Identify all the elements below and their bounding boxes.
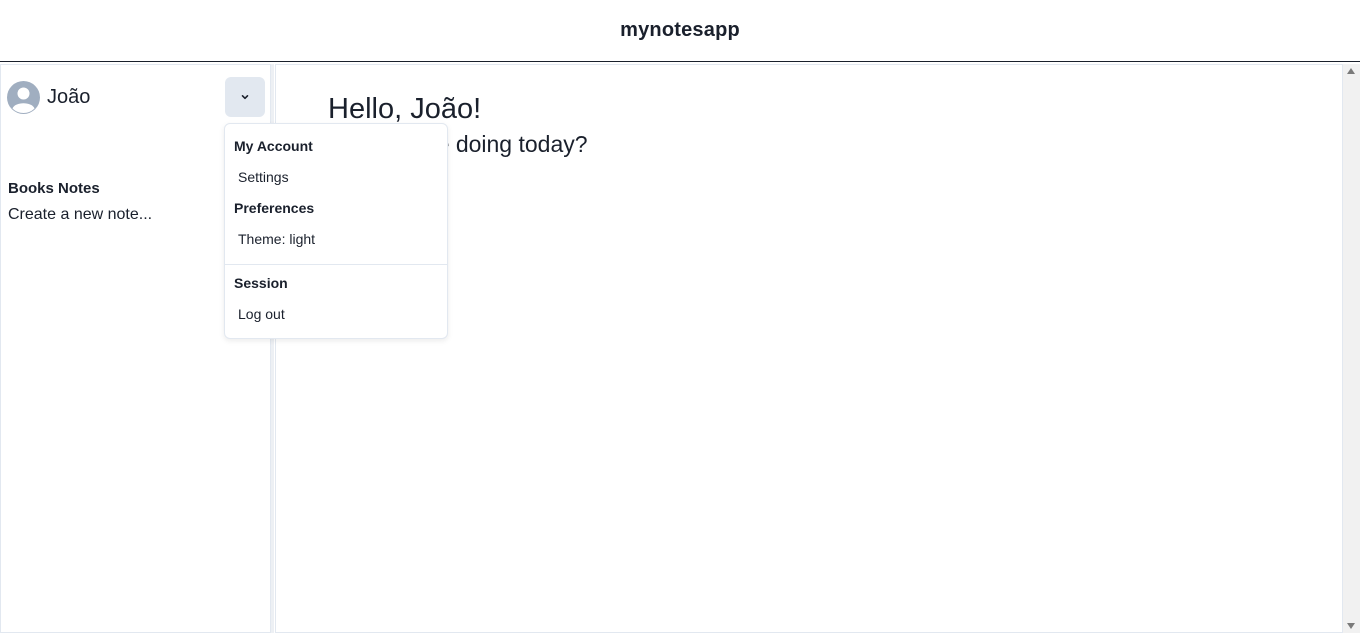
app-layout: João Books Notes Create a new note... He… xyxy=(0,62,1360,633)
menu-group-preferences: Preferences xyxy=(234,200,315,216)
create-note-link[interactable]: Create a new note... xyxy=(8,206,152,224)
user-menu-button[interactable] xyxy=(225,77,265,117)
menu-item-settings[interactable]: Settings xyxy=(238,169,289,185)
menu-item-theme[interactable]: Theme: light xyxy=(238,231,315,247)
menu-divider xyxy=(225,264,447,265)
greeting-heading: Hello, João! xyxy=(328,93,482,125)
menu-group-session: Session xyxy=(234,275,288,291)
user-menu-dropdown: My Account Settings Preferences Theme: l… xyxy=(224,123,448,339)
notebook-title[interactable]: Books Notes xyxy=(8,180,100,197)
scroll-up-icon[interactable] xyxy=(1347,68,1355,74)
vertical-scrollbar[interactable] xyxy=(1343,64,1360,633)
scroll-down-icon[interactable] xyxy=(1347,623,1355,629)
user-info: João xyxy=(7,81,90,114)
user-avatar-icon xyxy=(7,81,40,114)
menu-item-logout[interactable]: Log out xyxy=(238,306,285,322)
app-title: mynotesapp xyxy=(620,19,740,41)
app-header: mynotesapp xyxy=(0,0,1360,62)
user-name: João xyxy=(47,86,91,108)
chevron-down-icon xyxy=(241,95,249,100)
menu-group-my-account: My Account xyxy=(234,138,313,154)
